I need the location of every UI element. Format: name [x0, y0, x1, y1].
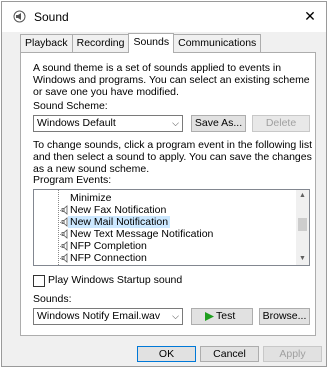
tab-playback[interactable]: Playback	[20, 34, 73, 52]
delete-button[interactable]: Delete	[252, 115, 310, 132]
program-events-label: Program Events:	[33, 174, 112, 186]
chevron-down-icon: ⌵	[172, 311, 179, 321]
browse-button[interactable]: Browse...	[259, 308, 310, 325]
scroll-up-icon[interactable]: ▲	[296, 190, 309, 202]
startup-sound-label: Play Windows Startup sound	[48, 274, 183, 286]
scroll-down-icon[interactable]: ▼	[296, 253, 309, 265]
test-label: Test	[216, 310, 236, 322]
sound-scheme-select[interactable]: Windows Default ⌵	[33, 115, 183, 132]
close-icon[interactable]: ✕	[302, 8, 318, 24]
sound-scheme-value: Windows Default	[37, 117, 116, 129]
list-item[interactable]: NFP Completion	[34, 240, 296, 252]
instructions-text: To change sounds, click a program event …	[33, 139, 312, 175]
tab-communications[interactable]: Communications	[173, 34, 262, 52]
apply-button[interactable]: Apply	[263, 346, 322, 362]
title-bar: Sound ✕	[2, 2, 326, 32]
window-title: Sound	[34, 10, 69, 24]
tab-sounds[interactable]: Sounds	[128, 33, 175, 53]
tab-strip: Playback Recording Sounds Communications	[20, 33, 262, 53]
sounds-panel: A sound theme is a set of sounds applied…	[20, 52, 316, 336]
scroll-thumb[interactable]	[298, 218, 307, 231]
chevron-down-icon: ⌵	[172, 118, 179, 128]
save-as-button[interactable]: Save As...	[191, 115, 246, 132]
list-item[interactable]: New Text Message Notification	[34, 228, 296, 240]
theme-description: A sound theme is a set of sounds applied…	[33, 62, 310, 98]
sound-dialog: Sound ✕ Playback Recording Sounds Commun…	[1, 1, 327, 367]
event-label: Minimize	[70, 192, 112, 204]
sounds-select[interactable]: Windows Notify Email.wav ⌵	[33, 308, 183, 325]
sounds-value: Windows Notify Email.wav	[37, 310, 161, 322]
list-scrollbar[interactable]: ▲ ▼	[296, 190, 309, 265]
play-icon	[205, 312, 214, 321]
list-item[interactable]: Minimize	[34, 192, 296, 204]
list-item[interactable]: New Mail Notification	[34, 216, 296, 228]
list-item[interactable]: New Fax Notification	[34, 204, 296, 216]
event-label: New Mail Notification	[68, 216, 171, 228]
event-label: New Text Message Notification	[70, 228, 214, 240]
test-button[interactable]: Test	[191, 308, 253, 325]
event-label: New Fax Notification	[70, 204, 167, 216]
event-label: NFP Connection	[70, 252, 147, 264]
sound-scheme-label: Sound Scheme:	[33, 100, 108, 112]
event-label: NFP Completion	[70, 240, 147, 252]
cancel-button[interactable]: Cancel	[200, 346, 259, 362]
sounds-label: Sounds:	[33, 293, 72, 305]
speaker-icon	[13, 10, 26, 23]
startup-sound-checkbox[interactable]	[33, 275, 45, 287]
tab-recording[interactable]: Recording	[71, 34, 130, 52]
list-item[interactable]: NFP Connection	[34, 252, 296, 264]
program-events-list[interactable]: Minimize New Fax Notification New Mail N…	[33, 189, 310, 266]
ok-button[interactable]: OK	[137, 346, 196, 362]
